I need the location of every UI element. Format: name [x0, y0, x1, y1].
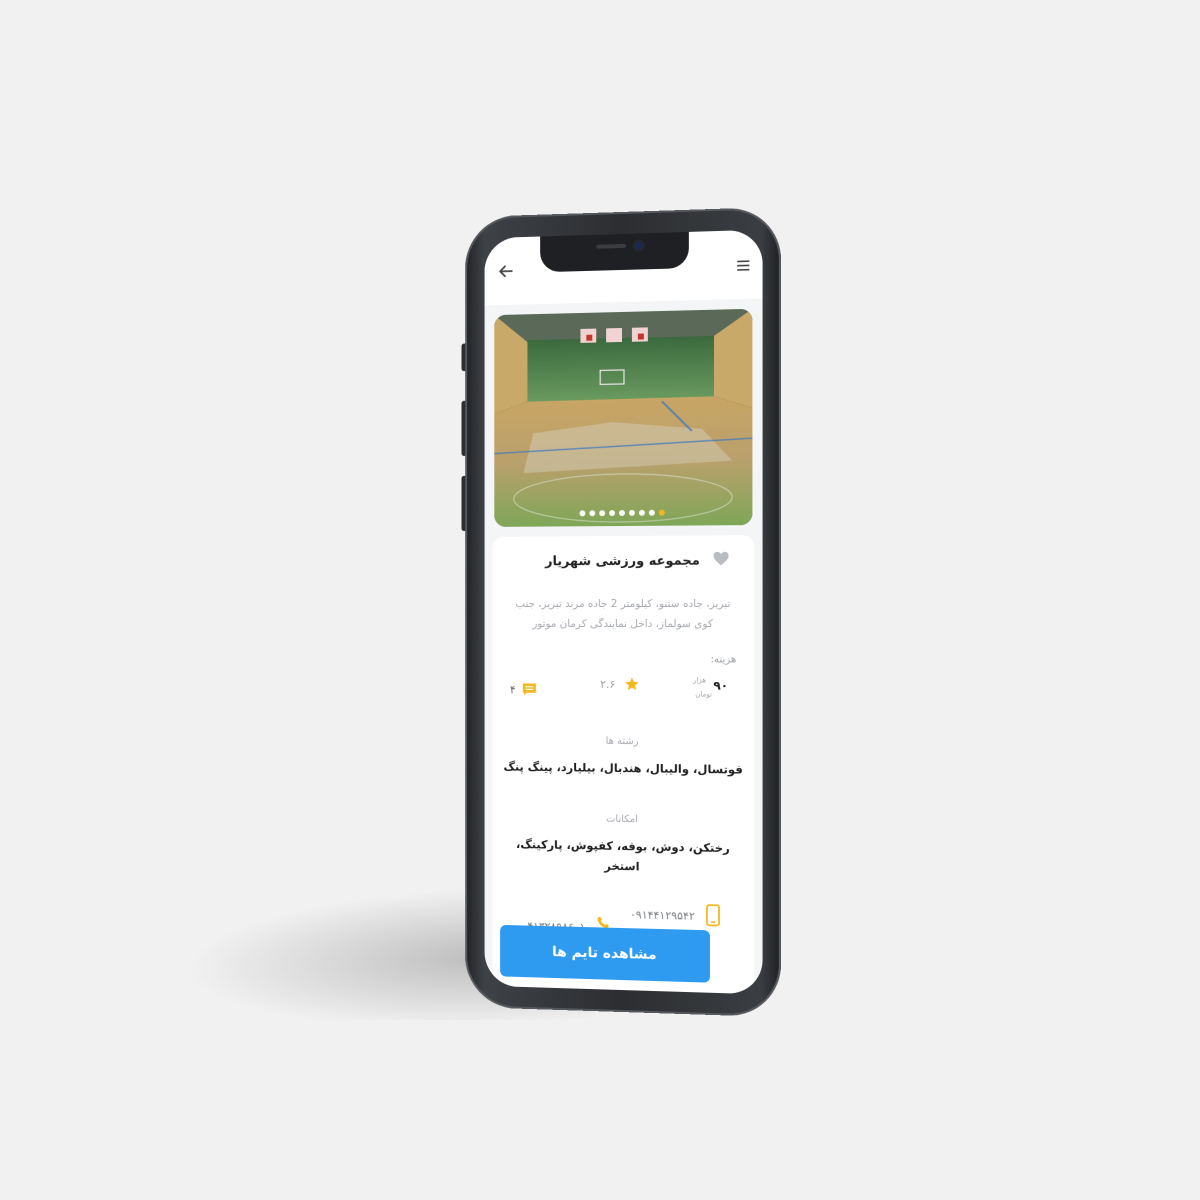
carousel-dot[interactable]: [619, 510, 625, 516]
carousel-dot-active[interactable]: [659, 510, 665, 516]
back-arrow-icon[interactable]: [496, 261, 515, 281]
mobile-icon: [706, 904, 720, 927]
price-value: ۹۰: [713, 678, 728, 692]
menu-icon[interactable]: [736, 258, 750, 273]
price-label: هزینه:: [711, 654, 737, 665]
phone-frame: مجموعه ورزشی شهریار تبریز، جاده ستنو، کی…: [465, 207, 781, 1017]
carousel-dot[interactable]: [609, 510, 615, 516]
carousel-dot[interactable]: [599, 510, 605, 516]
comments-count: ۴: [510, 683, 516, 696]
phone-device: مجموعه ورزشی شهریار تبریز، جاده ستنو، کی…: [465, 207, 781, 1017]
earpiece: [596, 244, 626, 249]
sports-value: فوتسال، والیبال، هندبال، بیلیارد، پینگ پ…: [502, 757, 744, 780]
rating-value: ۲.۶: [600, 678, 615, 691]
venue-title: مجموعه ورزشی شهریار: [492, 553, 754, 569]
view-times-button[interactable]: مشاهده تایم ها: [500, 925, 710, 983]
front-camera: [635, 241, 643, 249]
gym-hall-photo: [494, 309, 752, 527]
price-unit-toman: تومان: [695, 690, 712, 698]
carousel-dot[interactable]: [639, 510, 645, 516]
device-notch: [540, 232, 689, 272]
carousel-dot[interactable]: [589, 510, 595, 516]
star-icon: [624, 676, 640, 692]
facilities-label: امکانات: [492, 812, 754, 827]
mobile-number[interactable]: ۰۹۱۴۴۱۲۹۵۴۲: [630, 908, 695, 923]
facilities-value: رختکن، دوش، بوفه، کفپوش، پارکینگ، استخر: [502, 834, 744, 879]
price-unit-thousand: هزار: [693, 676, 706, 684]
app-screen: مجموعه ورزشی شهریار تبریز، جاده ستنو، کی…: [485, 230, 763, 995]
comment-icon[interactable]: [522, 681, 538, 697]
carousel-dot[interactable]: [579, 510, 585, 516]
venue-address: تبریز، جاده ستنو، کیلومتر 2 جاده مرند تب…: [508, 594, 738, 634]
mockup-stage: مجموعه ورزشی شهریار تبریز، جاده ستنو، کی…: [0, 0, 1200, 1200]
carousel-dot[interactable]: [649, 510, 655, 516]
carousel-dot[interactable]: [629, 510, 635, 516]
venue-photo-carousel[interactable]: [494, 309, 752, 527]
sports-label: رشته ها: [492, 735, 754, 749]
